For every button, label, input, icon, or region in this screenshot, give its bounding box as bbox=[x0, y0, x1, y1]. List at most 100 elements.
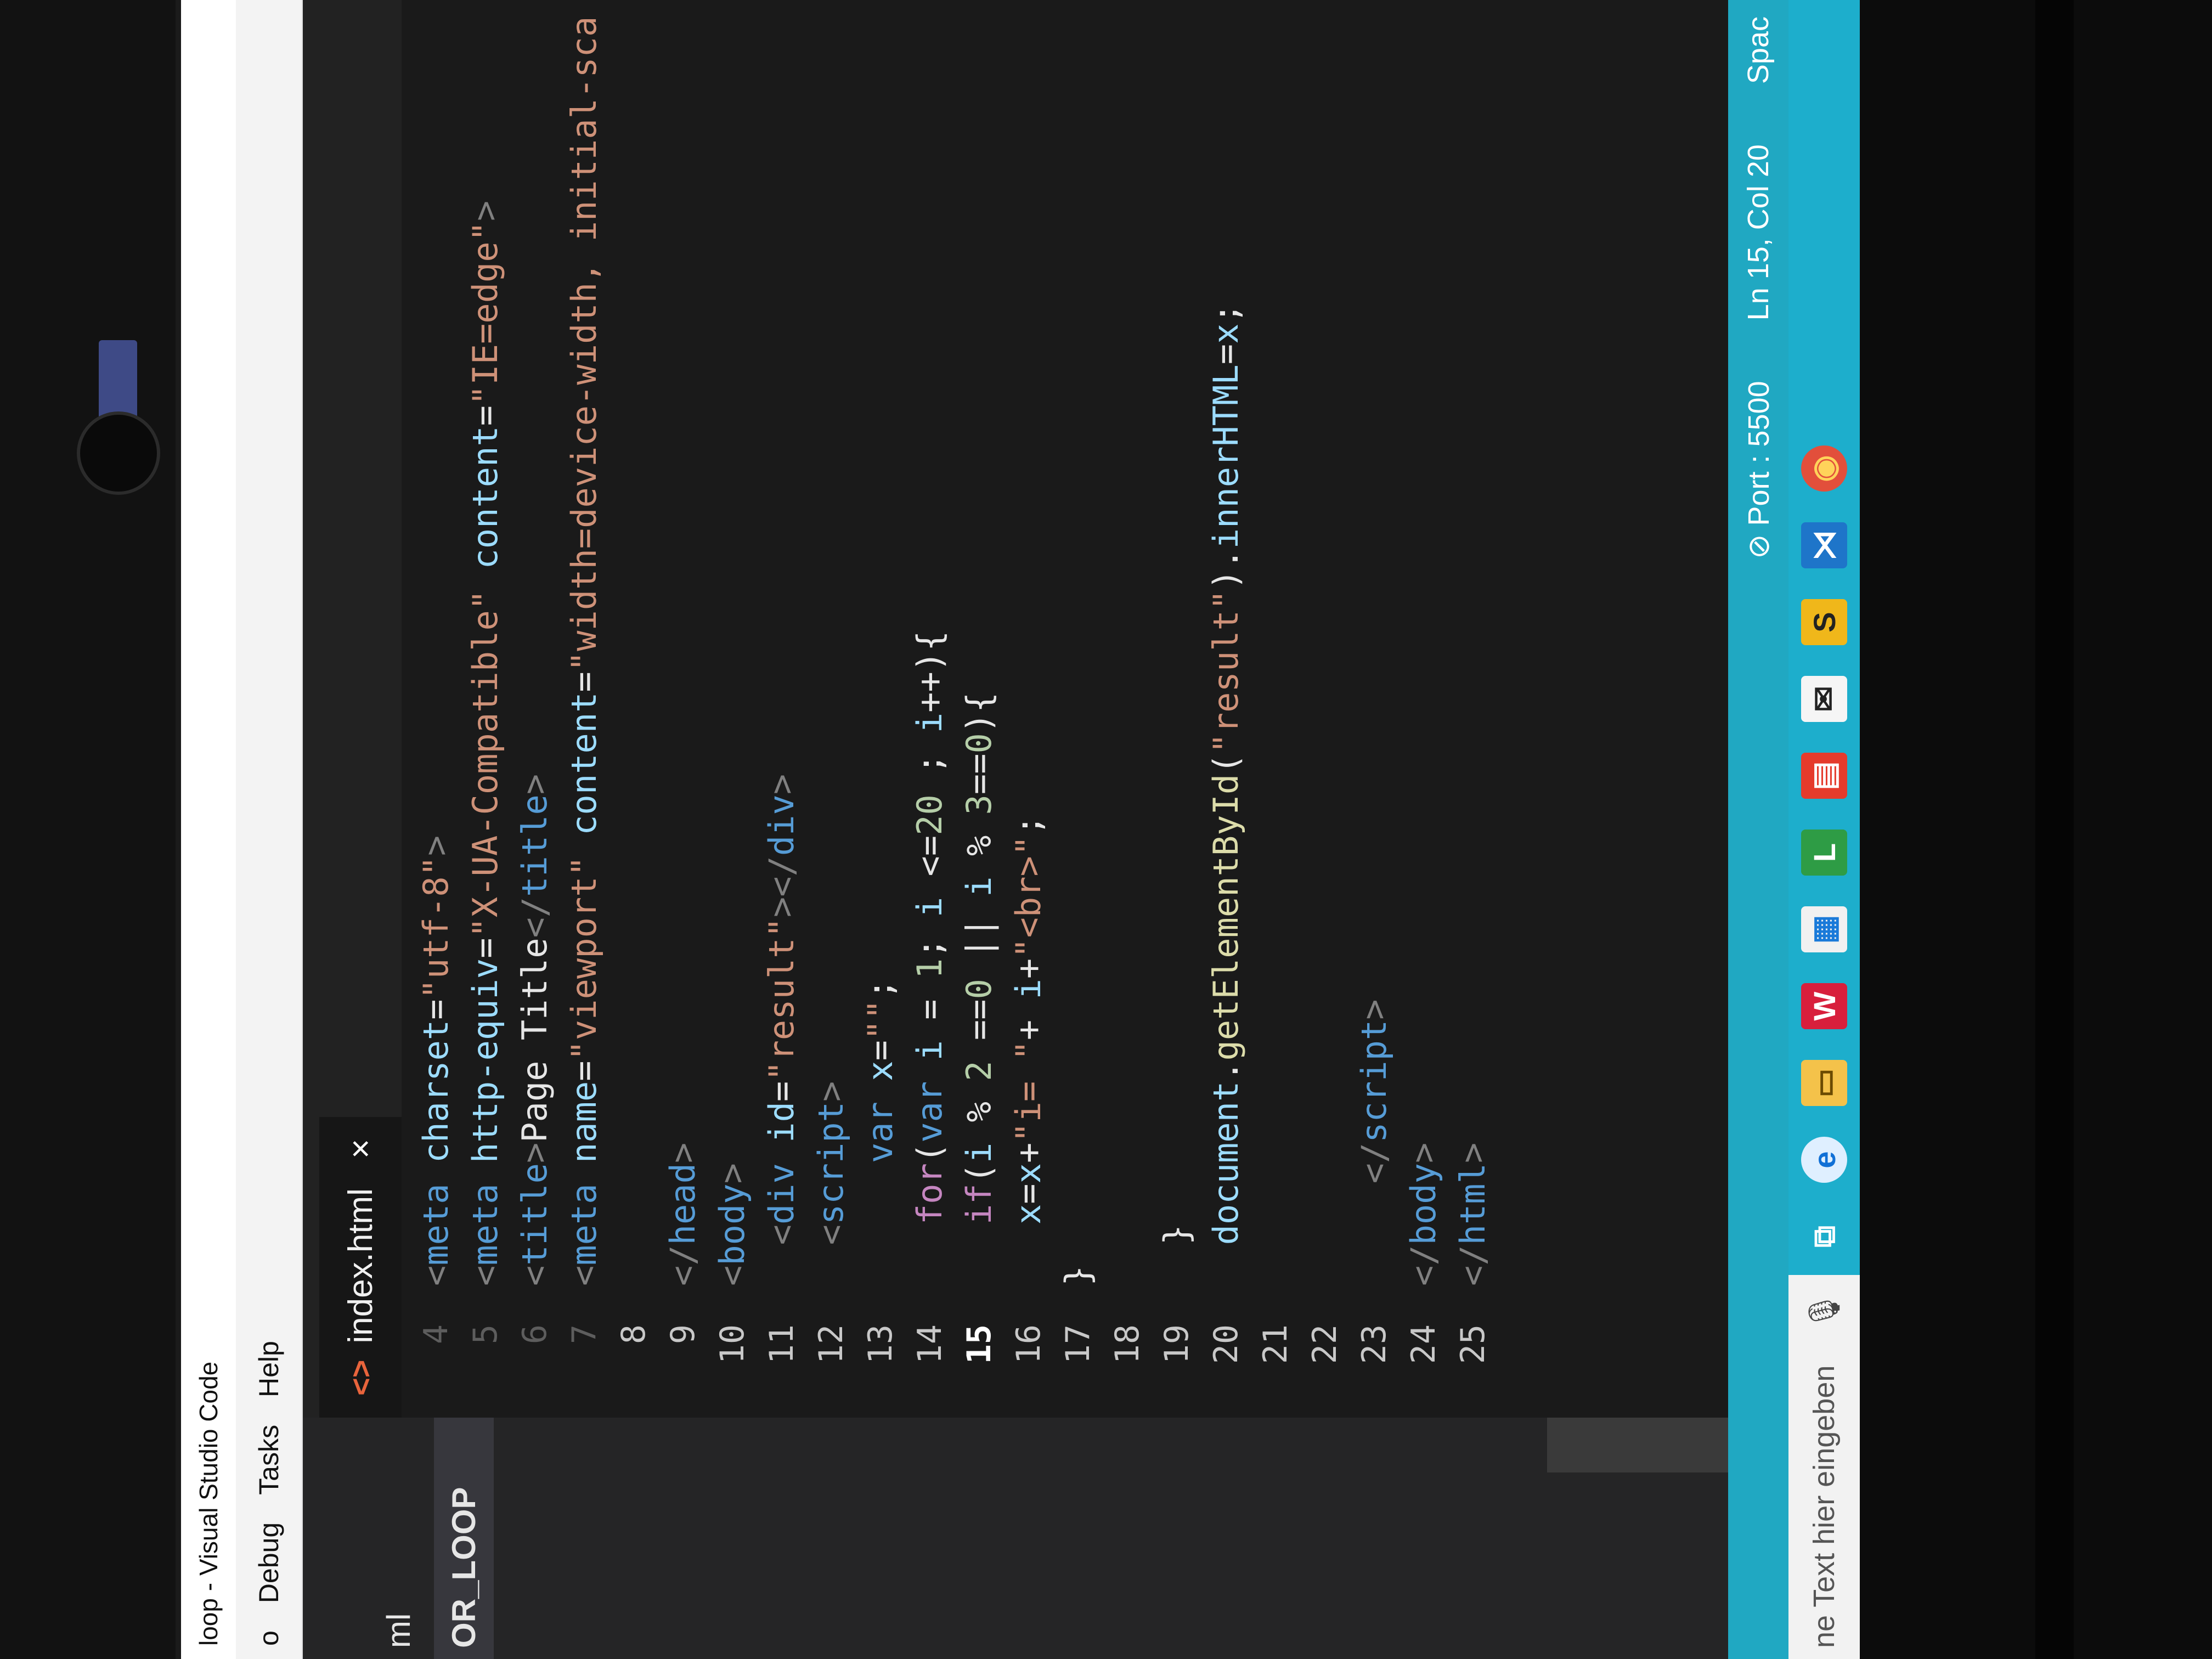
menu-item-debug[interactable]: Debug bbox=[253, 1522, 285, 1603]
code-token: </ bbox=[1354, 1142, 1394, 1286]
code-token: = bbox=[465, 938, 505, 958]
menu-item-view[interactable]: o bbox=[253, 1630, 285, 1646]
code-token: </ bbox=[1403, 1245, 1443, 1286]
code-token: ( bbox=[959, 1163, 999, 1184]
code-token: getElementById bbox=[1206, 774, 1246, 1061]
taskbar-button[interactable]: S bbox=[1788, 584, 1860, 661]
taskbar-button[interactable]: e bbox=[1788, 1121, 1860, 1198]
code-line[interactable]: </body> bbox=[1399, 0, 1448, 1286]
line-number: 20 bbox=[1207, 1324, 1245, 1364]
sidebar-scrollbar[interactable] bbox=[1547, 1418, 1728, 1472]
code-token: title bbox=[515, 1163, 555, 1266]
code-token: "<br>" bbox=[1008, 835, 1048, 958]
editor-tabs: <> index.html × bbox=[303, 0, 402, 1418]
code-token: < bbox=[564, 1265, 604, 1286]
menu-item-tasks[interactable]: Tasks bbox=[253, 1425, 285, 1495]
line-number: 4 bbox=[417, 1324, 455, 1345]
search-placeholder: ne Text hier eingeben bbox=[1808, 1365, 1841, 1648]
shield-app-icon: W bbox=[1801, 983, 1847, 1029]
code-line[interactable]: for(var i = 1; i <=20 ; i++){ bbox=[905, 0, 955, 1286]
code-line[interactable]: document.getElementById("result").innerH… bbox=[1201, 0, 1251, 1286]
vscode-icon: ⋊ bbox=[1801, 522, 1847, 568]
code-line[interactable]: <script> bbox=[806, 0, 856, 1286]
code-token: content bbox=[465, 426, 505, 569]
line-number: 13 bbox=[861, 1324, 900, 1364]
line-number: 24 bbox=[1404, 1324, 1443, 1364]
code-line[interactable] bbox=[1251, 0, 1300, 1286]
taskbar-button[interactable]: L bbox=[1788, 814, 1860, 891]
code-token: content bbox=[564, 692, 604, 836]
code-line[interactable] bbox=[1300, 0, 1350, 1286]
code-token: "viewport" bbox=[564, 856, 604, 1061]
code-line[interactable] bbox=[609, 0, 658, 1286]
code-token: </ bbox=[1453, 1245, 1493, 1286]
code-line[interactable]: </script> bbox=[1350, 0, 1399, 1286]
code-line[interactable]: var x=""; bbox=[856, 0, 905, 1286]
code-line[interactable]: } bbox=[1152, 0, 1201, 1286]
close-icon[interactable]: × bbox=[341, 1139, 380, 1159]
taskbar-button[interactable]: ▦ bbox=[1788, 891, 1860, 968]
taskbar-button[interactable]: ◉ bbox=[1788, 430, 1860, 507]
taskbar-button[interactable]: ⋊ bbox=[1788, 507, 1860, 584]
code-line[interactable]: <meta name="viewport" content="width=dev… bbox=[560, 0, 609, 1286]
microphone-icon[interactable]: 🎙 bbox=[1806, 1291, 1842, 1330]
code-token: > bbox=[515, 774, 555, 795]
explorer-folder-item[interactable]: OR_LOOP bbox=[434, 1418, 494, 1659]
cursor-position[interactable]: Ln 15, Col 20 bbox=[1741, 144, 1775, 320]
code-line[interactable]: </head> bbox=[658, 0, 708, 1286]
code-line[interactable]: if(i % 2 ==0 || i % 3==0){ bbox=[955, 0, 1004, 1286]
code-token: ++){ bbox=[910, 630, 950, 713]
line-number: 11 bbox=[763, 1324, 801, 1364]
menu-item-help[interactable]: Help bbox=[253, 1341, 285, 1397]
code-token: ; bbox=[910, 917, 950, 958]
code-line[interactable]: <meta charset="utf-8"> bbox=[411, 0, 461, 1286]
code-line[interactable]: </html> bbox=[1448, 0, 1498, 1286]
code-token: 0 bbox=[959, 733, 999, 754]
code-token: < bbox=[416, 1265, 456, 1286]
code-lines[interactable]: <meta charset="utf-8"> <meta http-equiv="… bbox=[411, 0, 1728, 1302]
taskbar-button[interactable]: ▭ bbox=[1788, 1045, 1860, 1121]
window-title: loop - Visual Studio Code bbox=[194, 1361, 223, 1646]
taskbar-button[interactable]: ⧉ bbox=[1788, 1198, 1860, 1275]
code-token: 20 bbox=[910, 794, 950, 836]
workbench: ml OR_LOOP <> index.html × 4 5 6 7 8 9 10 11 12 1… bbox=[303, 0, 1728, 1659]
explorer-file-item[interactable]: ml bbox=[363, 1418, 434, 1659]
code-token: div bbox=[761, 1142, 802, 1225]
code-line[interactable] bbox=[1103, 0, 1152, 1286]
screen: loop - Visual Studio Code o Debug Tasks … bbox=[181, 0, 1860, 1659]
webcam-icon bbox=[77, 411, 160, 495]
code-line[interactable]: <meta http-equiv="X-UA-Compatible" conte… bbox=[461, 0, 510, 1286]
code-token: i bbox=[910, 896, 950, 918]
code-line[interactable]: <div id="result"></div> bbox=[757, 0, 806, 1286]
code-token: for bbox=[910, 1163, 950, 1225]
code-token: charset bbox=[416, 1019, 456, 1164]
live-server-port[interactable]: ⊘ Port : 5500 bbox=[1741, 381, 1776, 558]
taskbar-search[interactable]: ne Text hier eingeben 🎙 bbox=[1788, 1275, 1860, 1659]
code-token: div bbox=[761, 794, 802, 856]
code-token: % bbox=[959, 815, 999, 877]
store-icon: ▦ bbox=[1801, 906, 1847, 952]
chrome-icon: ◉ bbox=[1801, 445, 1847, 492]
code-token: meta bbox=[416, 1163, 456, 1266]
line-number: 10 bbox=[713, 1324, 752, 1364]
windows-taskbar: ne Text hier eingeben 🎙 ⧉ e ▭ W ▦ L ▤ ✉ S ⋊ ◉ bbox=[1788, 0, 1860, 1659]
taskbar-button[interactable]: W bbox=[1788, 968, 1860, 1045]
code-line[interactable]: <body> bbox=[708, 0, 757, 1286]
code-line[interactable]: <title>Page Title</title> bbox=[510, 0, 560, 1286]
line-number-gutter: 4 5 6 7 8 9 10 11 12 13 14 15 16 17 18 19 20 21 22 23 24 25 bbox=[411, 1302, 1728, 1418]
code-token: id bbox=[761, 1102, 802, 1143]
code-line[interactable]: } bbox=[1053, 0, 1103, 1286]
title-bar: loop - Visual Studio Code bbox=[181, 0, 236, 1659]
code-editor[interactable]: 4 5 6 7 8 9 10 11 12 13 14 15 16 17 18 19 20 21 22 23 24 25 <… bbox=[402, 0, 1728, 1418]
tab-index-html[interactable]: <> index.html × bbox=[319, 1116, 402, 1418]
code-token: > bbox=[515, 1142, 555, 1164]
indentation-status[interactable]: Spac bbox=[1741, 16, 1775, 84]
code-line[interactable]: x=x+"i= "+ i+"<br>"; bbox=[1004, 0, 1053, 1286]
taskbar-button[interactable]: ▤ bbox=[1788, 737, 1860, 814]
code-token: + bbox=[1008, 999, 1048, 1041]
taskbar-button[interactable]: ✉ bbox=[1788, 661, 1860, 737]
line-number: 12 bbox=[812, 1324, 850, 1364]
